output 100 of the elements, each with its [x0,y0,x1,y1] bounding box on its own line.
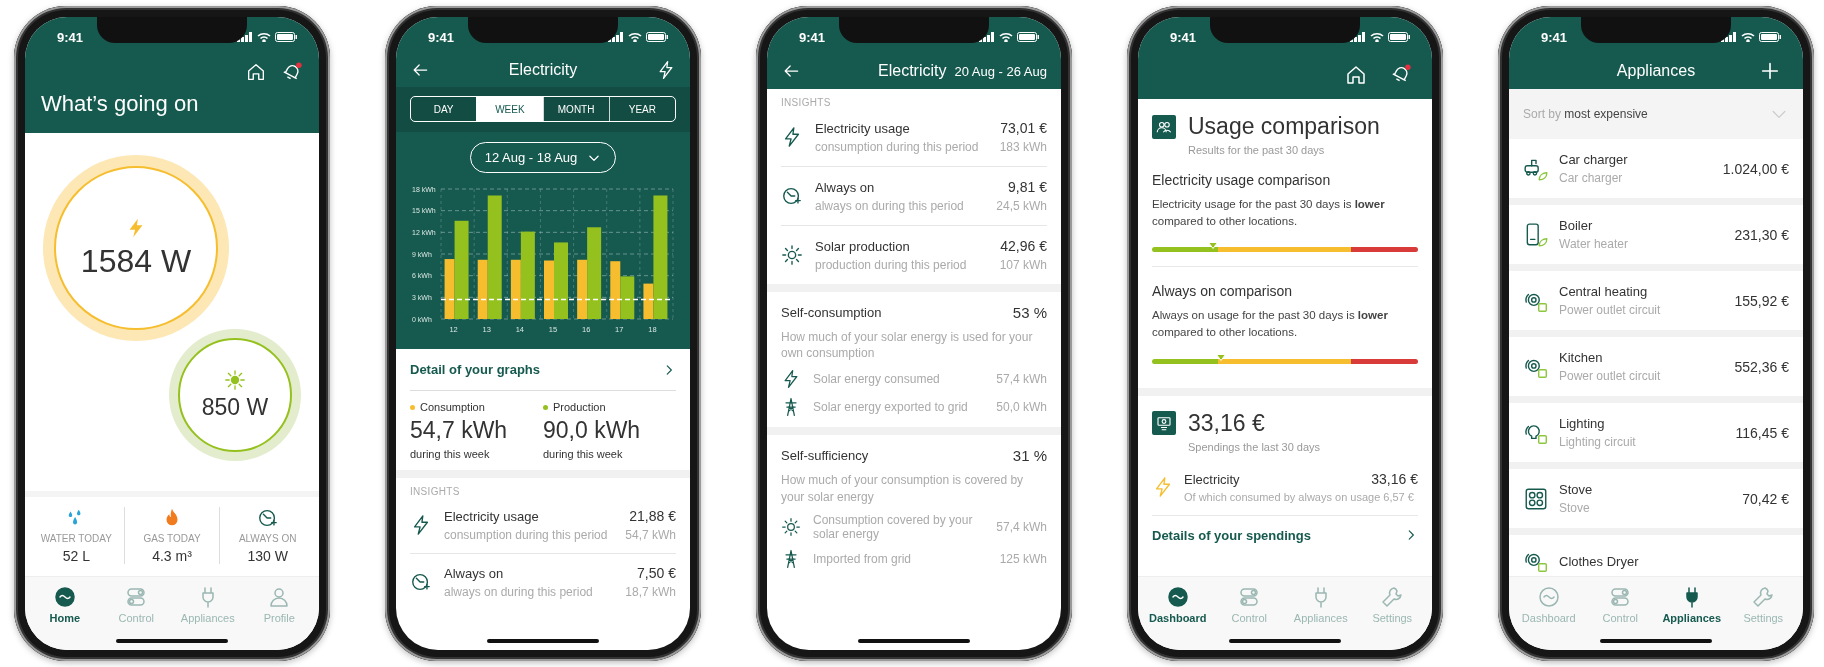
metric-label: Solar energy exported to grid [813,400,969,415]
tab-bar-item[interactable]: Appliances [1659,585,1724,624]
metric-value: 50,0 kWh [996,400,1047,415]
insight-energy: 183 kWh [999,140,1047,154]
status-time: 9:41 [57,29,84,45]
metric-value: 57,4 kWh [996,372,1047,387]
status-time: 9:41 [1170,29,1197,45]
date-range: 20 Aug - 26 Aug [954,64,1047,79]
clock-icon [410,571,432,593]
wrench-icon [1380,585,1405,609]
wifi-icon [628,32,642,42]
status-time: 9:41 [799,29,826,45]
comparison-title: Always on comparison [1152,283,1294,300]
metric-value: 125 kWh [999,551,1047,566]
insight-amount: 7,50 € [637,565,676,581]
status-time: 9:41 [428,29,455,45]
metric-label: Solar energy consumed [813,372,941,387]
insight-energy: 107 kWh [999,258,1047,272]
insight-subtitle: always on during this period [444,584,594,599]
appliance-type: Car charger [1559,171,1624,185]
card-subtitle: Results for the past 30 days [1188,144,1326,156]
status-time: 9:41 [1541,29,1568,45]
appliance-row[interactable]: Stove Stove 70,42 € [1509,469,1803,528]
section-heading: INSIGHTS [781,96,832,108]
insight-title: Solar production [815,238,911,254]
insight-amount: 9,81 € [1008,179,1047,195]
spending-value: 33,16 € [1371,470,1418,487]
appliance-cost: 552,36 € [1734,358,1789,375]
appliance-row[interactable]: Car charger Car charger 1.024,00 € [1509,139,1803,198]
stat-label: WATER TODAY [40,533,112,544]
wave-circle-icon [1536,585,1561,609]
screen-title: Appliances [1615,62,1697,80]
stat-value: 130 W [247,548,288,564]
appliance-row[interactable]: Boiler Water heater 231,30 € [1509,205,1803,264]
screen-title: Electricity [508,61,578,79]
detail-link[interactable]: Detail of your graphs [410,349,676,391]
section-percent: 53 % [1012,304,1047,321]
appliance-cost: 155,92 € [1734,292,1789,309]
insight-title: Electricity usage [444,508,540,524]
segment-tab[interactable]: DAY [411,97,477,121]
appliance-cost: 1.024,00 € [1722,160,1789,177]
sun-icon [225,369,245,390]
appliance-row[interactable]: Central heating Power outlet circuit 155,92 € [1509,271,1803,330]
production-value: 850 W [201,393,269,421]
insight-energy: 18,7 kWh [625,585,676,599]
appliance-type: Lighting circuit [1559,435,1637,449]
metric-value: 57,4 kWh [996,519,1047,534]
spending-title: Electricity [1184,471,1240,487]
appliance-row[interactable]: Clothes Dryer [1509,535,1803,576]
segment-tab[interactable]: MONTH [542,97,609,121]
appliance-name: Boiler [1559,218,1594,233]
card-subtitle: Spendings the last 30 days [1188,440,1322,453]
insight-amount: 73,01 € [1000,120,1047,136]
spendings-link[interactable]: Details of your spendings [1152,515,1418,549]
segment-tab[interactable]: YEAR [608,97,675,121]
wrench-icon [1751,585,1776,609]
home-icon[interactable] [245,61,267,83]
wave-circle-icon [1165,585,1190,609]
tab-bar-item[interactable]: Home [32,585,97,624]
stat-value: 4.3 m³ [152,548,192,564]
section-description: How much of your solar energy is used for your own consumption [781,329,1034,362]
section-title: Self-sufficiency [781,448,869,464]
appliance-row[interactable]: Kitchen Power outlet circuit 552,36 € [1509,337,1803,396]
wave-circle-icon [52,585,77,609]
battery-icon [1759,32,1781,42]
appliance-type: Stove [1559,501,1591,515]
metric-label: Imported from grid [813,551,913,566]
appliance-row[interactable]: Lighting Lighting circuit 116,45 € [1509,403,1803,462]
wifi-icon [1370,32,1384,42]
appliance-type: Power outlet circuit [1559,303,1662,317]
clock-icon [256,507,279,529]
chart-bar [544,260,554,319]
stat-label: ALWAYS ON [238,533,297,544]
spending-subtitle: Of which consumed by always on usage 6,57 € [1184,490,1415,503]
sort-dropdown[interactable]: Sort by most expensive [1509,89,1803,139]
wifi-icon [257,32,271,42]
sun-icon [781,516,801,537]
wifi-icon [999,32,1013,42]
insight-amount: 42,96 € [1000,238,1047,254]
section-title: Self-consumption [781,305,882,320]
battery-icon [646,32,668,42]
segment-tab[interactable]: WEEK [476,97,543,121]
battery-icon [275,32,297,42]
appliance-name: Car charger [1559,152,1629,167]
insight-subtitle: production during this period [815,257,968,272]
consumption-value: 1584 W [80,242,192,280]
home-icon[interactable] [1344,63,1368,87]
add-icon[interactable] [1759,60,1781,82]
appliance-name: Lighting [1559,416,1606,431]
legend-label: Consumption [420,401,485,413]
stat-label: GAS TODAY [143,533,201,544]
section-percent: 31 % [1012,447,1047,465]
appliance-type: Water heater [1559,237,1629,251]
appliance-name: Central heating [1559,284,1649,299]
appliance-cost: 70,42 € [1742,490,1789,507]
appliance-name: Clothes Dryer [1559,553,1640,569]
tab-bar-item[interactable]: Dashboard [1145,585,1210,624]
insight-amount: 21,88 € [629,508,676,524]
spending-amount: 33,16 € [1188,409,1265,437]
appliance-name: Stove [1559,482,1594,497]
